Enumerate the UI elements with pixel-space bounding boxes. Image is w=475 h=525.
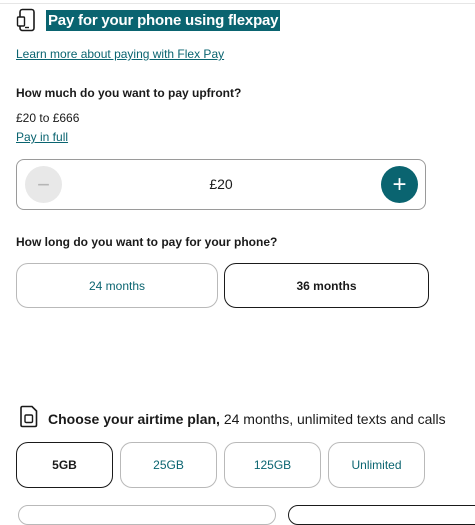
duration-option-label: 24 months <box>88 278 146 293</box>
airtime-title: Choose your airtime plan, <box>48 411 220 427</box>
sim-card-icon <box>19 405 38 433</box>
duration-option-36-months[interactable]: 36 months <box>224 263 429 308</box>
flexpay-title: Pay for your phone using flexpay <box>46 9 281 31</box>
increase-button[interactable]: + <box>381 166 418 203</box>
duration-option-24-months[interactable]: 24 months <box>16 263 218 308</box>
flexpay-header: Pay for your phone using flexpay <box>16 8 281 32</box>
pay-in-full-link[interactable]: Pay in full <box>16 130 68 144</box>
duration-option-label: 36 months <box>296 278 357 293</box>
upfront-amount: £20 <box>209 176 233 192</box>
upfront-range: £20 to £666 <box>16 111 80 125</box>
data-option-label: Unlimited <box>351 458 402 472</box>
phone-icon <box>16 8 38 32</box>
data-option-unlimited[interactable]: Unlimited <box>328 442 425 488</box>
data-option-25gb[interactable]: 25GB <box>120 442 217 488</box>
data-option-5gb[interactable]: 5GB <box>16 442 113 488</box>
data-option-125gb[interactable]: 125GB <box>224 442 321 488</box>
data-option-label: 25GB <box>153 458 184 472</box>
upfront-stepper: − £20 + <box>16 159 426 210</box>
data-option-label: 125GB <box>253 458 292 472</box>
upfront-question: How much do you want to pay upfront? <box>16 86 242 100</box>
airtime-heading: Choose your airtime plan, 24 months, unl… <box>48 411 446 427</box>
plus-icon: + <box>392 170 407 198</box>
airtime-subtitle: 24 months, unlimited texts and calls <box>219 411 446 427</box>
plan-card[interactable] <box>18 505 276 525</box>
learn-more-link[interactable]: Learn more about paying with Flex Pay <box>16 47 224 61</box>
airtime-header: Choose your airtime plan, 24 months, unl… <box>19 405 446 433</box>
plan-card-selected[interactable] <box>288 505 475 525</box>
top-divider <box>0 3 475 4</box>
data-option-label: 5GB <box>52 458 77 472</box>
duration-question: How long do you want to pay for your pho… <box>16 235 278 249</box>
